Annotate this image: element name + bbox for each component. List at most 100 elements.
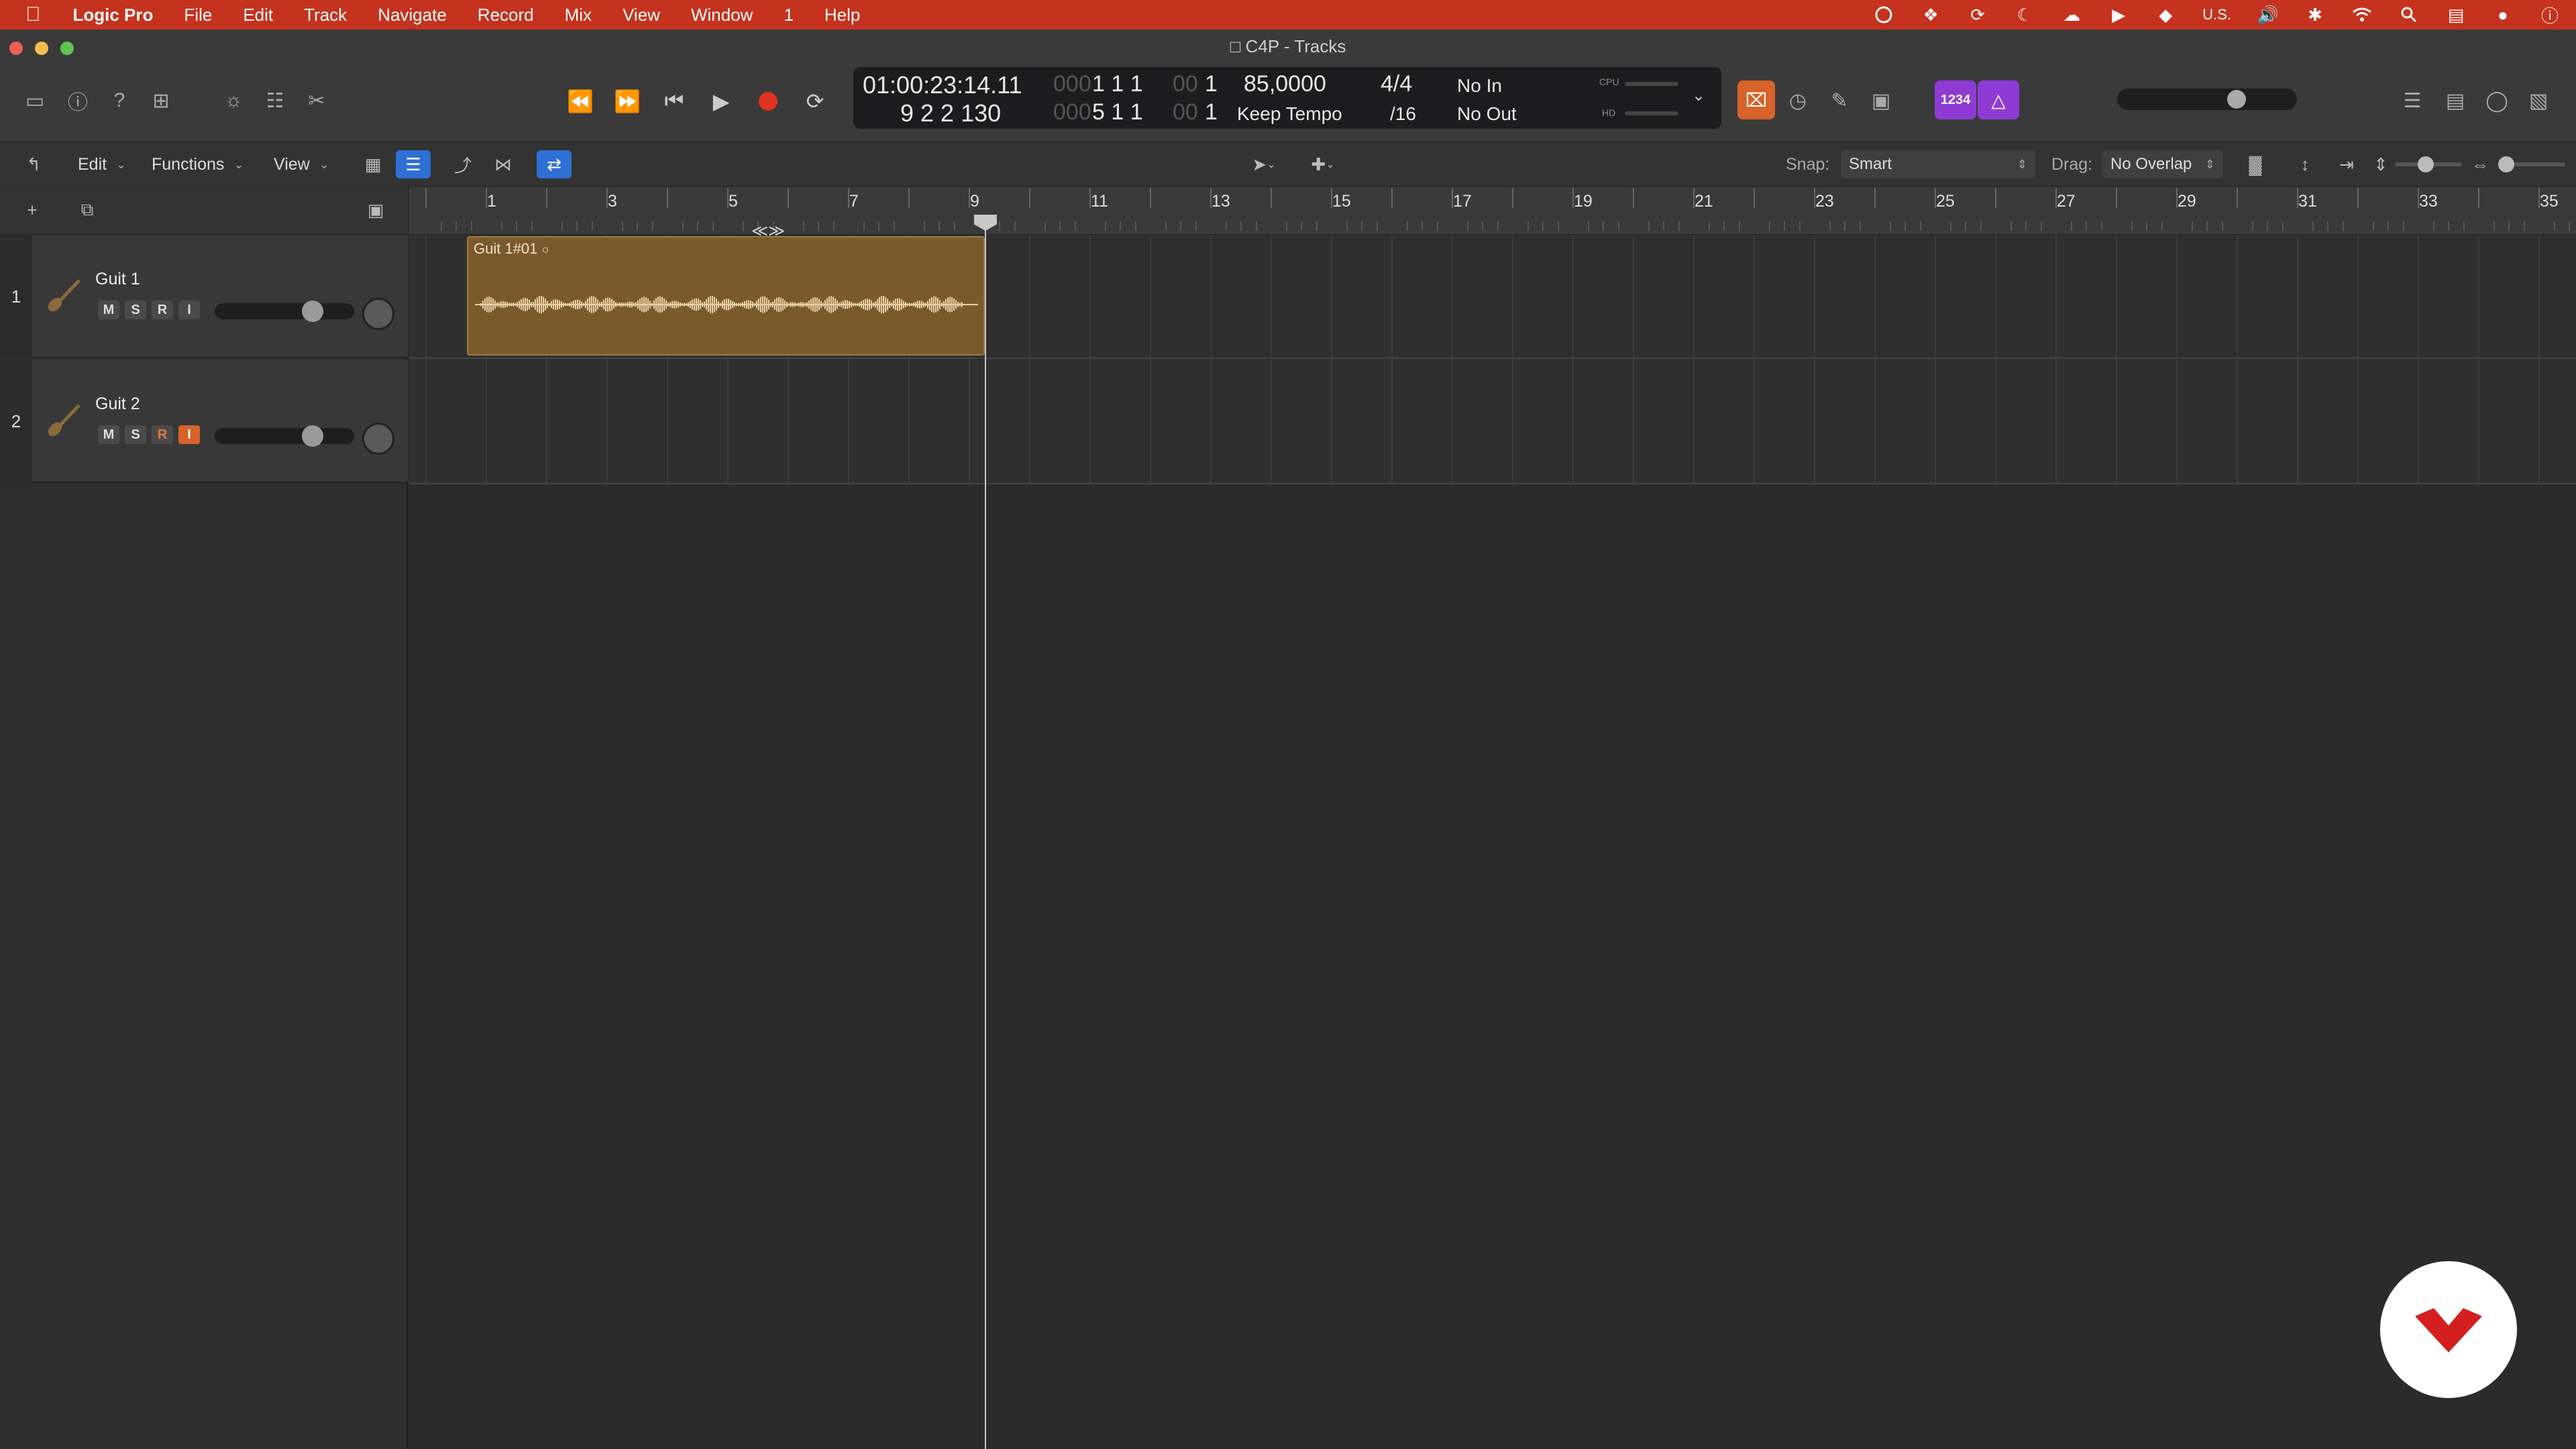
inspector-icon[interactable]: ⓘ [59, 82, 97, 119]
catch-playhead-icon[interactable]: ⇄ [537, 150, 572, 178]
replace-mode-icon[interactable]: ⌧ [1737, 80, 1775, 119]
menu-navigate[interactable]: Navigate [378, 5, 447, 25]
play-circle-icon[interactable]: ▶ [2108, 5, 2129, 25]
play-button[interactable]: ▶ [699, 80, 743, 122]
lcd-tempo[interactable]: 85,0000 [1244, 71, 1326, 97]
apple-icon[interactable]:  [25, 3, 41, 26]
horizontal-zoom-icon[interactable]: ⇥ [2329, 150, 2364, 178]
cycle-button[interactable]: ⟳ [793, 80, 837, 122]
fast-forward-button[interactable]: ⏩ [605, 80, 649, 122]
snap-dropdown[interactable]: Smart ⇕ [1841, 150, 2035, 178]
dropbox-icon[interactable]: ❖ [1921, 5, 1941, 25]
drag-dropdown[interactable]: No Overlap ⇕ [2102, 150, 2223, 178]
quick-help-icon[interactable]: ? [101, 82, 138, 119]
pointer-tool-icon[interactable]: ➤ ⌄ [1236, 150, 1292, 178]
list-view-icon[interactable]: ☰ [396, 150, 431, 178]
vertical-zoom-slider[interactable] [2395, 156, 2462, 172]
menu-file[interactable]: File [184, 5, 212, 25]
screen-share-icon[interactable] [1874, 5, 1894, 25]
bar-ruler[interactable]: 1 3 5 7 9 11 13 15 17 19 21 23 25 27 29 31 33 35 [409, 186, 2576, 235]
vpn-icon[interactable]: ◆ [2155, 5, 2176, 25]
lcd-display[interactable]: 01:00:23:14.11 9 2 2 130 000 1 1 1 00 1 … [853, 67, 1721, 129]
solo-button[interactable]: S [125, 301, 146, 319]
loop-browser-icon[interactable]: ◯ [2478, 82, 2516, 119]
vertical-zoom-knob[interactable] [2418, 156, 2434, 172]
mute-button[interactable]: M [98, 301, 119, 319]
lcd-in[interactable]: No In [1457, 75, 1502, 97]
bluetooth-icon[interactable]: ✱ [2305, 5, 2325, 25]
track-row[interactable]: 1 Guit 1 M S R I [0, 235, 408, 358]
pan-knob[interactable] [362, 298, 394, 330]
toolbar-toggle-icon[interactable]: ⊞ [142, 82, 180, 119]
grid-view-icon[interactable]: ▦ [356, 150, 390, 178]
mute-button[interactable]: M [98, 425, 119, 444]
menu-mix[interactable]: Mix [565, 5, 592, 25]
menu-window[interactable]: Window [691, 5, 753, 25]
solo-button[interactable]: S [125, 425, 146, 444]
tuner-icon[interactable]: ◷ [1779, 82, 1817, 119]
horizontal-zoom-slider[interactable] [2498, 156, 2565, 172]
info-icon[interactable]: ⓘ [2540, 5, 2560, 26]
master-volume-slider[interactable] [2117, 89, 2297, 110]
list-editors-icon[interactable]: ☰ [2394, 82, 2431, 119]
go-to-beginning-button[interactable]: ⏮ [652, 80, 696, 122]
master-volume-knob[interactable] [2227, 90, 2246, 109]
waveform-zoom-icon[interactable]: ▓ [2238, 150, 2273, 178]
mixer-icon[interactable]: ☷ [256, 82, 294, 119]
volume-fader[interactable] [215, 301, 354, 322]
functions-menu-button[interactable]: Functions ⌄ [152, 150, 244, 178]
record-enable-button[interactable]: R [152, 425, 173, 444]
rewind-button[interactable]: ⏪ [558, 80, 602, 122]
flex-icon[interactable]: ⋈ [486, 150, 521, 178]
wifi-icon[interactable] [2352, 5, 2372, 25]
track-row[interactable]: 2 Guit 2 M S R I [0, 360, 408, 483]
siri-icon[interactable]: ● [2493, 5, 2513, 25]
view-menu-button[interactable]: View ⌄ [274, 150, 329, 178]
lcd-division[interactable]: /16 [1390, 103, 1416, 125]
cloud-icon[interactable]: ☁ [2061, 5, 2082, 25]
input-source-label[interactable]: U.S. [2202, 5, 2231, 25]
lcd-signature[interactable]: 4/4 [1381, 71, 1412, 97]
duplicate-track-icon[interactable]: ⧉ [70, 196, 105, 224]
menu-record[interactable]: Record [478, 5, 534, 25]
lcd-out[interactable]: No Out [1457, 103, 1517, 125]
menu-view[interactable]: View [623, 5, 660, 25]
menu-edit[interactable]: Edit [243, 5, 273, 25]
count-in-button[interactable]: 1234 [1935, 80, 1976, 119]
lcd-tempo-mode[interactable]: Keep Tempo [1237, 103, 1342, 125]
horizontal-zoom-knob[interactable] [2498, 156, 2514, 172]
lcd-chevron-down-icon[interactable]: ⌄ [1692, 86, 1705, 105]
audio-region[interactable]: Guit 1#01 ○ [467, 236, 985, 356]
track-name[interactable]: Guit 2 [95, 394, 140, 414]
record-button[interactable] [746, 80, 790, 122]
input-monitor-button[interactable]: I [178, 301, 200, 319]
add-track-icon[interactable]: + [15, 196, 50, 224]
back-arrow-icon[interactable]: ↰ [16, 150, 51, 178]
menu-track[interactable]: Track [304, 5, 347, 25]
moon-icon[interactable]: ☾ [2015, 5, 2035, 25]
control-center-icon[interactable]: ▤ [2446, 5, 2466, 25]
track-folder-icon[interactable]: ▣ [358, 196, 393, 224]
automation-icon[interactable]: ⤴ [445, 150, 480, 178]
metronome-icon[interactable]: △ [1978, 80, 2019, 119]
smart-controls-icon[interactable]: ☼ [215, 82, 252, 119]
empty-arrange-area[interactable] [409, 484, 2576, 1449]
spotlight-search-icon[interactable] [2399, 5, 2419, 25]
edit-menu-button[interactable]: Edit ⌄ [78, 150, 126, 178]
metronome-mode-icon[interactable]: ▣ [1862, 82, 1900, 119]
record-enable-button[interactable]: R [152, 301, 173, 319]
volume-fader-knob[interactable] [302, 301, 324, 322]
menu-1[interactable]: 1 [784, 5, 793, 25]
volume-icon[interactable]: 🔊 [2257, 5, 2279, 25]
volume-fader-knob[interactable] [302, 425, 324, 447]
sync-icon[interactable]: ⟳ [1968, 5, 1988, 25]
menu-help[interactable]: Help [824, 5, 860, 25]
menu-app-name[interactable]: Logic Pro [73, 5, 154, 25]
input-monitor-button[interactable]: I [178, 425, 200, 444]
track-name[interactable]: Guit 1 [95, 270, 140, 289]
secondary-tool-icon[interactable]: ✚ ⌄ [1295, 150, 1351, 178]
browsers-icon[interactable]: ▧ [2520, 82, 2557, 119]
pan-knob[interactable] [362, 423, 394, 455]
vertical-zoom-icon[interactable]: ↕ [2288, 150, 2322, 178]
library-icon[interactable]: ▭ [16, 82, 54, 119]
